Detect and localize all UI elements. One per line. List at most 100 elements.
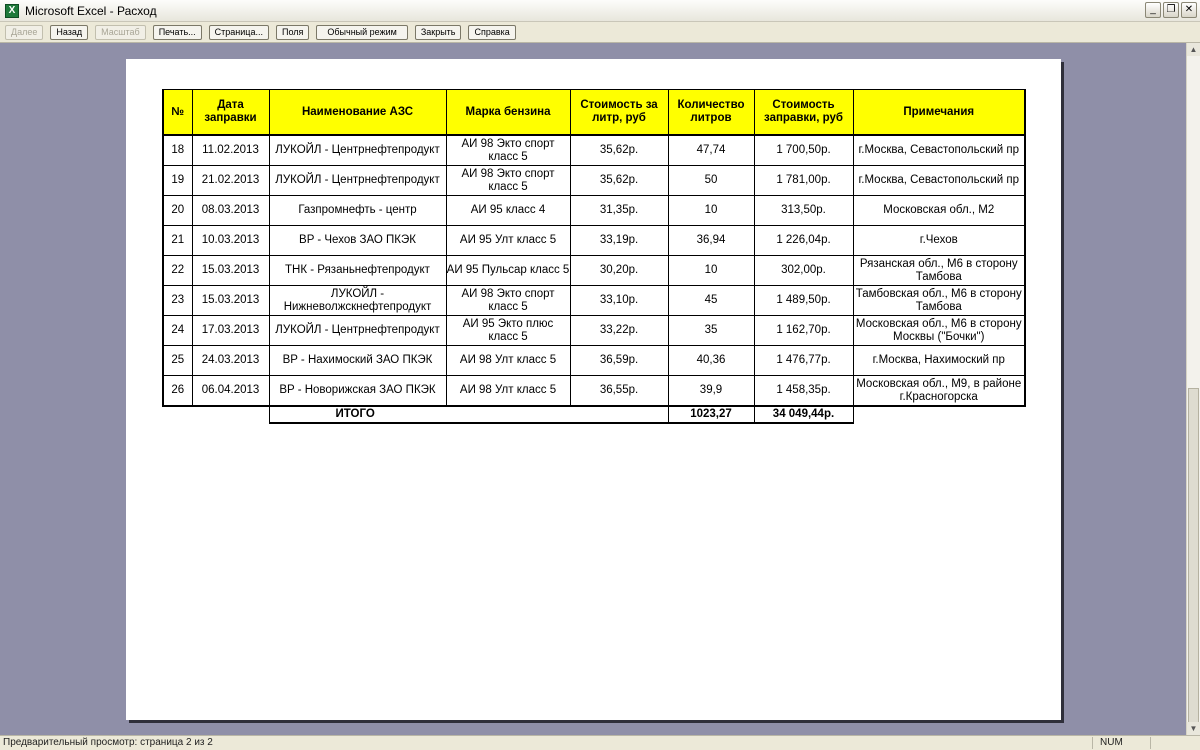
- status-bar: Предварительный просмотр: страница 2 из …: [0, 735, 1200, 750]
- liters-cell: 36,94: [667, 225, 755, 256]
- refuel-date-cell: 21.02.2013: [191, 165, 270, 196]
- row-number-cell: 24: [162, 315, 193, 346]
- table-row: 19 21.02.2013 ЛУКОЙЛ - Центрнефтепродукт АИ…: [162, 165, 1026, 196]
- table-row: 24 17.03.2013 ЛУКОЙЛ - Центрнефтепродукт АИ…: [162, 315, 1026, 346]
- refuel-date-cell: 10.03.2013: [191, 225, 270, 256]
- scroll-up-icon[interactable]: ▲: [1187, 43, 1200, 56]
- minimize-icon[interactable]: _: [1145, 2, 1161, 18]
- scroll-thumb[interactable]: [1188, 388, 1199, 733]
- station-name-cell: BP - Новорижская ЗАО ПКЭК: [268, 375, 447, 407]
- header-cell: Наименование АЗС: [268, 89, 447, 136]
- scroll-down-icon[interactable]: ▼: [1187, 722, 1200, 735]
- notes-cell: г.Москва, Севастопольский пр: [852, 134, 1026, 166]
- row-number-cell: 21: [162, 225, 193, 256]
- station-name-cell: ЛУКОЙЛ - Центрнефтепродукт: [268, 315, 447, 346]
- back-button[interactable]: Назад: [50, 24, 89, 40]
- refuel-cost-cell: 1 458,35р.: [753, 375, 854, 407]
- header-cell: Дата заправки: [191, 89, 270, 136]
- notes-cell: Рязанская обл., М6 в сторону Тамбова: [852, 255, 1026, 286]
- fuel-brand-cell: АИ 98 Экто спорт класс 5: [445, 165, 571, 196]
- liters-cell: 45: [667, 285, 755, 316]
- row-number-cell: 26: [162, 375, 193, 407]
- total-label: ИТОГО: [268, 405, 669, 424]
- total-liters: 1023,27: [667, 405, 755, 424]
- row-number-cell: 22: [162, 255, 193, 286]
- liters-cell: 10: [667, 255, 755, 286]
- fuel-brand-cell: АИ 98 Экто спорт класс 5: [445, 134, 571, 166]
- help-button[interactable]: Справка: [468, 24, 516, 40]
- header-cell: Стоимость заправки, руб: [753, 89, 854, 136]
- notes-cell: Московская обл., М6 в сторону Москвы ("Б…: [852, 315, 1026, 346]
- notes-cell: г.Москва, Нахимоский пр: [852, 345, 1026, 376]
- notes-cell: Московская обл., М2: [852, 195, 1026, 226]
- table-row: 21 10.03.2013 BP - Чехов ЗАО ПКЭК АИ 95 Улт…: [162, 225, 1026, 256]
- refuel-cost-cell: 1 700,50р.: [753, 134, 854, 166]
- price-per-liter-cell: 33,19р.: [569, 225, 669, 256]
- header-cell: Марка бензина: [445, 89, 571, 136]
- station-name-cell: ЛУКОЙЛ - Нижневолжскнефтепродукт: [268, 285, 447, 316]
- zoom-button[interactable]: Масштаб: [95, 24, 146, 40]
- table-row: 26 06.04.2013 BP - Новорижская ЗАО ПКЭК АИ …: [162, 375, 1026, 407]
- next-button[interactable]: Далее: [5, 24, 44, 40]
- refuel-date-cell: 24.03.2013: [191, 345, 270, 376]
- row-number-cell: 18: [162, 134, 193, 166]
- notes-cell: Тамбовская обл., М6 в сторону Тамбова: [852, 285, 1026, 316]
- table-row: 22 15.03.2013 ТНК - Рязаньнефтепродукт АИ 9…: [162, 255, 1026, 286]
- row-number-cell: 19: [162, 165, 193, 196]
- fuel-brand-cell: АИ 95 Пульсар класс 5: [445, 255, 571, 286]
- price-per-liter-cell: 35,62р.: [569, 134, 669, 166]
- header-cell: Количество литров: [667, 89, 755, 136]
- station-name-cell: ЛУКОЙЛ - Центрнефтепродукт: [268, 134, 447, 166]
- print-preview-toolbar: Далее Назад Масштаб Печать... Страница..…: [0, 22, 1200, 43]
- refuel-date-cell: 15.03.2013: [191, 255, 270, 286]
- close-preview-button[interactable]: Закрыть: [414, 24, 462, 40]
- restore-icon[interactable]: ❐: [1163, 2, 1179, 18]
- station-name-cell: ТНК - Рязаньнефтепродукт: [268, 255, 447, 286]
- station-name-cell: BP - Нахимоский ЗАО ПКЭК: [268, 345, 447, 376]
- refuel-date-cell: 06.04.2013: [191, 375, 270, 407]
- liters-cell: 39,9: [667, 375, 755, 407]
- notes-cell: Московская обл., М9, в районе г.Красного…: [852, 375, 1026, 407]
- window-controls: _ ❐ ✕: [1145, 2, 1197, 18]
- price-per-liter-cell: 31,35р.: [569, 195, 669, 226]
- fuel-brand-cell: АИ 95 Экто плюс класс 5: [445, 315, 571, 346]
- table-row: 25 24.03.2013 BP - Нахимоский ЗАО ПКЭК АИ 9…: [162, 345, 1026, 376]
- notes-cell: г.Москва, Севастопольский пр: [852, 165, 1026, 196]
- window-title: Microsoft Excel - Расход: [25, 3, 157, 18]
- refuel-date-cell: 17.03.2013: [191, 315, 270, 346]
- table-row: 20 08.03.2013 Газпромнефть - центр АИ 95 кл…: [162, 195, 1026, 226]
- title-bar: X Microsoft Excel - Расход _ ❐ ✕: [0, 0, 1200, 22]
- row-number-cell: 25: [162, 345, 193, 376]
- margins-button[interactable]: Поля: [275, 24, 310, 40]
- price-per-liter-cell: 36,59р.: [569, 345, 669, 376]
- vertical-scrollbar[interactable]: ▲ ▼: [1186, 43, 1200, 735]
- page-setup-button[interactable]: Страница...: [208, 24, 269, 40]
- table-row: 18 11.02.2013 ЛУКОЙЛ - Центрнефтепродукт АИ…: [162, 134, 1026, 166]
- print-button[interactable]: Печать...: [152, 24, 202, 40]
- fuel-brand-cell: АИ 95 Улт класс 5: [445, 225, 571, 256]
- liters-cell: 35: [667, 315, 755, 346]
- close-icon[interactable]: ✕: [1181, 2, 1197, 18]
- refuel-cost-cell: 302,00р.: [753, 255, 854, 286]
- price-per-liter-cell: 33,10р.: [569, 285, 669, 316]
- liters-cell: 10: [667, 195, 755, 226]
- liters-cell: 47,74: [667, 134, 755, 166]
- status-text: Предварительный просмотр: страница 2 из …: [3, 737, 213, 748]
- refuel-cost-cell: 313,50р.: [753, 195, 854, 226]
- expense-table: № Дата заправки Наименование АЗС Марка б…: [162, 89, 1026, 424]
- refuel-date-cell: 15.03.2013: [191, 285, 270, 316]
- refuel-cost-cell: 1 489,50р.: [753, 285, 854, 316]
- num-lock-indicator: NUM: [1100, 737, 1123, 748]
- price-per-liter-cell: 30,20р.: [569, 255, 669, 286]
- liters-cell: 50: [667, 165, 755, 196]
- normal-view-button[interactable]: Обычный режим: [316, 24, 408, 40]
- fuel-brand-cell: АИ 98 Улт класс 5: [445, 345, 571, 376]
- station-name-cell: BP - Чехов ЗАО ПКЭК: [268, 225, 447, 256]
- price-per-liter-cell: 36,55р.: [569, 375, 669, 407]
- header-row: № Дата заправки Наименование АЗС Марка б…: [162, 89, 1026, 136]
- header-cell: Примечания: [852, 89, 1026, 136]
- fuel-brand-cell: АИ 98 Экто спорт класс 5: [445, 285, 571, 316]
- price-per-liter-cell: 35,62р.: [569, 165, 669, 196]
- header-cell: №: [162, 89, 193, 136]
- refuel-cost-cell: 1 476,77р.: [753, 345, 854, 376]
